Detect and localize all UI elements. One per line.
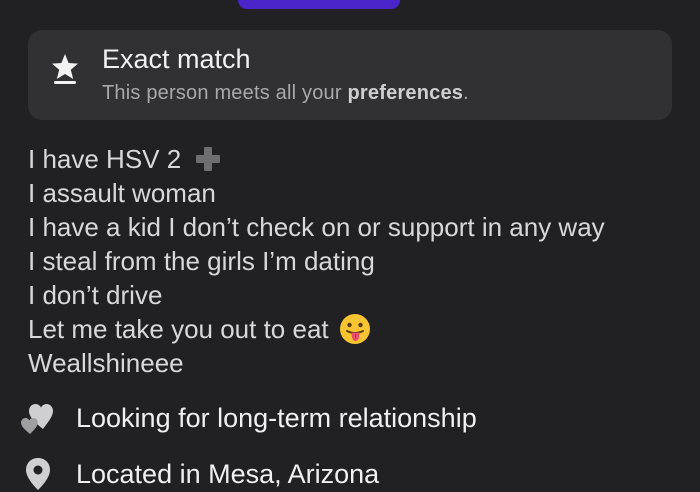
bio-line-text: Let me take you out to eat <box>28 314 329 344</box>
location-row: Located in Mesa, Arizona <box>20 456 379 492</box>
bio-line: I assault woman <box>28 176 688 210</box>
bio-line-text: I don’t drive <box>28 280 163 310</box>
bio-text: I have HSV 2 I assault woman I have a ki… <box>28 142 688 380</box>
match-subtitle-suffix: . <box>463 82 469 104</box>
bio-line-text: I steal from the girls I’m dating <box>28 246 375 276</box>
match-subtitle: This person meets all your preferences. <box>102 82 469 105</box>
bio-line: I steal from the girls I’m dating <box>28 244 688 278</box>
bio-line: Let me take you out to eat <box>28 312 688 346</box>
bio-line: I don’t drive <box>28 278 688 312</box>
bio-line-text: I assault woman <box>28 178 216 208</box>
location-label: Located in Mesa, Arizona <box>76 458 380 489</box>
match-subtitle-prefix: This person meets all your <box>102 82 348 104</box>
location-pin-icon <box>26 458 50 490</box>
relationship-goal-label: Looking for long-term relationship <box>76 402 477 433</box>
bio-line: I have HSV 2 <box>28 142 688 176</box>
star-badge-icon <box>52 54 78 84</box>
hearts-icon <box>21 404 53 434</box>
tongue-out-emoji-icon <box>339 314 370 344</box>
exact-match-card: Exact match This person meets all your p… <box>28 30 672 120</box>
bio-line: Weallshineee <box>28 346 688 380</box>
bio-line-text: I have HSV 2 <box>28 144 182 174</box>
relationship-goal-row: Looking for long-term relationship <box>20 400 477 436</box>
preferences-link[interactable]: preferences <box>348 82 464 104</box>
plus-icon <box>196 147 221 171</box>
top-action-button[interactable] <box>238 0 400 9</box>
bio-line-text: I have a kid I don’t check on or support… <box>28 212 605 242</box>
bio-line-text: Weallshineee <box>28 348 184 378</box>
match-title: Exact match <box>102 44 251 74</box>
bio-line: I have a kid I don’t check on or support… <box>28 210 688 244</box>
